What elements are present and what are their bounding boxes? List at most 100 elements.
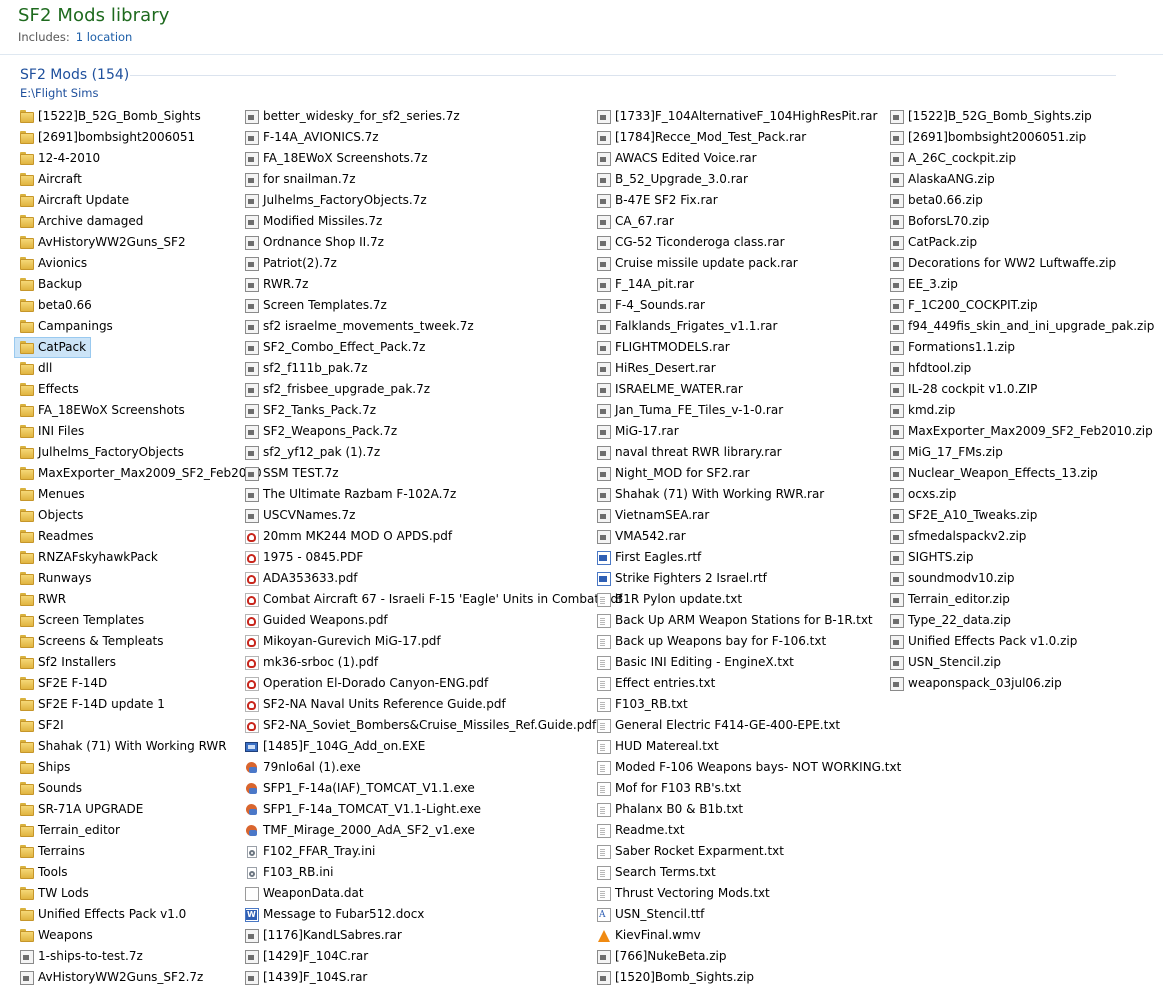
file-item[interactable]: [1176]KandLSabres.rar — [243, 925, 622, 946]
file-item[interactable]: [2691]bombsight2006051.zip — [888, 127, 1154, 148]
folder-item[interactable]: Terrain_editor — [18, 820, 262, 841]
folder-item[interactable]: Runways — [18, 568, 262, 589]
file-item[interactable]: sf2 israelme_movements_tweek.7z — [243, 316, 622, 337]
file-item[interactable]: TMF_Mirage_2000_AdA_SF2_v1.exe — [243, 820, 622, 841]
folder-item[interactable]: [1522]B_52G_Bomb_Sights — [18, 106, 262, 127]
file-item[interactable]: SSM TEST.7z — [243, 463, 622, 484]
folder-item[interactable]: SF2E F-14D update 1 — [18, 694, 262, 715]
folder-item[interactable]: SF2E F-14D — [18, 673, 262, 694]
folder-item[interactable]: Readmes — [18, 526, 262, 547]
file-item[interactable]: Combat Aircraft 67 - Israeli F-15 'Eagle… — [243, 589, 622, 610]
file-item[interactable]: The Ultimate Razbam F-102A.7z — [243, 484, 622, 505]
file-item[interactable]: MiG_17_FMs.zip — [888, 442, 1154, 463]
file-item[interactable]: SFP1_F-14a(IAF)_TOMCAT_V1.1.exe — [243, 778, 622, 799]
folder-item[interactable]: Aircraft — [18, 169, 262, 190]
file-item[interactable]: sf2_frisbee_upgrade_pak.7z — [243, 379, 622, 400]
file-item[interactable]: Unified Effects Pack v1.0.zip — [888, 631, 1154, 652]
file-item[interactable]: Effect entries.txt — [595, 673, 901, 694]
folder-item[interactable]: Effects — [18, 379, 262, 400]
file-item[interactable]: Formations1.1.zip — [888, 337, 1154, 358]
file-item[interactable]: Shahak (71) With Working RWR.rar — [595, 484, 901, 505]
file-item[interactable]: sf2_f111b_pak.7z — [243, 358, 622, 379]
file-item[interactable]: Cruise missile update pack.rar — [595, 253, 901, 274]
file-item[interactable]: CatPack.zip — [888, 232, 1154, 253]
file-item[interactable]: F_1C200_COCKPIT.zip — [888, 295, 1154, 316]
file-item[interactable]: Readme.txt — [595, 820, 901, 841]
file-item[interactable]: F-4_Sounds.rar — [595, 295, 901, 316]
file-item[interactable]: mk36-srboc (1).pdf — [243, 652, 622, 673]
file-item[interactable]: SF2_Weapons_Pack.7z — [243, 421, 622, 442]
file-item[interactable]: Operation El-Dorado Canyon-ENG.pdf — [243, 673, 622, 694]
file-item[interactable]: Back Up ARM Weapon Stations for B-1R.txt — [595, 610, 901, 631]
file-item[interactable]: 20mm MK244 MOD O APDS.pdf — [243, 526, 622, 547]
file-item[interactable]: naval threat RWR library.rar — [595, 442, 901, 463]
file-item[interactable]: [1733]F_104AlternativeF_104HighResPit.ra… — [595, 106, 901, 127]
file-item[interactable]: Jan_Tuma_FE_Tiles_v-1-0.rar — [595, 400, 901, 421]
file-item[interactable]: [1520]Bomb_Sights.zip — [595, 967, 901, 988]
file-item[interactable]: AvHistoryWW2Guns_SF2.7z — [18, 967, 262, 988]
file-item[interactable]: SIGHTS.zip — [888, 547, 1154, 568]
file-item[interactable]: SF2-NA Naval Units Reference Guide.pdf — [243, 694, 622, 715]
file-item[interactable]: General Electric F414-GE-400-EPE.txt — [595, 715, 901, 736]
file-item[interactable]: WeaponData.dat — [243, 883, 622, 904]
file-item[interactable]: Thrust Vectoring Mods.txt — [595, 883, 901, 904]
file-item[interactable]: Message to Fubar512.docx — [243, 904, 622, 925]
file-item[interactable]: sf2_yf12_pak (1).7z — [243, 442, 622, 463]
folder-item[interactable]: Julhelms_FactoryObjects — [18, 442, 262, 463]
file-item[interactable]: MiG-17.rar — [595, 421, 901, 442]
folder-item[interactable]: [2691]bombsight2006051 — [18, 127, 262, 148]
file-item[interactable]: F-14A_AVIONICS.7z — [243, 127, 622, 148]
file-item[interactable]: Strike Fighters 2 Israel.rtf — [595, 568, 901, 589]
file-item[interactable]: Nuclear_Weapon_Effects_13.zip — [888, 463, 1154, 484]
folder-item[interactable]: FA_18EWoX Screenshots — [18, 400, 262, 421]
folder-item[interactable]: dll — [18, 358, 262, 379]
file-item[interactable]: 79nlo6al (1).exe — [243, 757, 622, 778]
file-item[interactable]: Mikoyan-Gurevich MiG-17.pdf — [243, 631, 622, 652]
file-item[interactable]: sfmedalspackv2.zip — [888, 526, 1154, 547]
folder-item[interactable]: Screen Templates — [18, 610, 262, 631]
file-item[interactable]: Basic INI Editing - EngineX.txt — [595, 652, 901, 673]
file-item[interactable]: VietnamSEA.rar — [595, 505, 901, 526]
file-item[interactable]: soundmodv10.zip — [888, 568, 1154, 589]
file-item[interactable]: Saber Rocket Exparment.txt — [595, 841, 901, 862]
file-item[interactable]: EE_3.zip — [888, 274, 1154, 295]
file-item[interactable]: [1784]Recce_Mod_Test_Pack.rar — [595, 127, 901, 148]
file-item[interactable]: weaponspack_03jul06.zip — [888, 673, 1154, 694]
file-item[interactable]: Moded F-106 Weapons bays- NOT WORKING.tx… — [595, 757, 901, 778]
file-item[interactable]: SF2E_A10_Tweaks.zip — [888, 505, 1154, 526]
file-item[interactable]: RWR.7z — [243, 274, 622, 295]
group-title[interactable]: SF2 Mods (154) — [20, 67, 129, 83]
file-item[interactable]: Guided Weapons.pdf — [243, 610, 622, 631]
file-item[interactable]: Screen Templates.7z — [243, 295, 622, 316]
folder-item[interactable]: Campanings — [18, 316, 262, 337]
folder-item[interactable]: Backup — [18, 274, 262, 295]
file-item[interactable]: First Eagles.rtf — [595, 547, 901, 568]
file-item[interactable]: A_26C_cockpit.zip — [888, 148, 1154, 169]
file-item[interactable]: BoforsL70.zip — [888, 211, 1154, 232]
file-item[interactable]: F103_RB.ini — [243, 862, 622, 883]
file-item[interactable]: Type_22_data.zip — [888, 610, 1154, 631]
file-item[interactable]: ocxs.zip — [888, 484, 1154, 505]
file-item[interactable]: VMA542.rar — [595, 526, 901, 547]
includes-location-link[interactable]: 1 location — [76, 30, 133, 44]
file-item[interactable]: IL-28 cockpit v1.0.ZIP — [888, 379, 1154, 400]
file-item[interactable]: [1522]B_52G_Bomb_Sights.zip — [888, 106, 1154, 127]
file-item[interactable]: 1975 - 0845.PDF — [243, 547, 622, 568]
file-item[interactable]: AlaskaANG.zip — [888, 169, 1154, 190]
file-item[interactable]: B1R Pylon update.txt — [595, 589, 901, 610]
file-item[interactable]: FA_18EWoX Screenshots.7z — [243, 148, 622, 169]
file-item[interactable]: F_14A_pit.rar — [595, 274, 901, 295]
folder-item[interactable]: Archive damaged — [18, 211, 262, 232]
folder-item[interactable]: CatPack — [14, 337, 92, 358]
file-item[interactable]: Mof for F103 RB's.txt — [595, 778, 901, 799]
file-item[interactable]: Night_MOD for SF2.rar — [595, 463, 901, 484]
folder-item[interactable]: Unified Effects Pack v1.0 — [18, 904, 262, 925]
folder-item[interactable]: Terrains — [18, 841, 262, 862]
file-item[interactable]: Julhelms_FactoryObjects.7z — [243, 190, 622, 211]
file-item[interactable]: beta0.66.zip — [888, 190, 1154, 211]
file-item[interactable]: AWACS Edited Voice.rar — [595, 148, 901, 169]
file-item[interactable]: SF2-NA_Soviet_Bombers&Cruise_Missiles_Re… — [243, 715, 622, 736]
folder-item[interactable]: MaxExporter_Max2009_SF2_Feb2010 — [18, 463, 262, 484]
file-item[interactable]: F102_FFAR_Tray.ini — [243, 841, 622, 862]
file-item[interactable]: Terrain_editor.zip — [888, 589, 1154, 610]
